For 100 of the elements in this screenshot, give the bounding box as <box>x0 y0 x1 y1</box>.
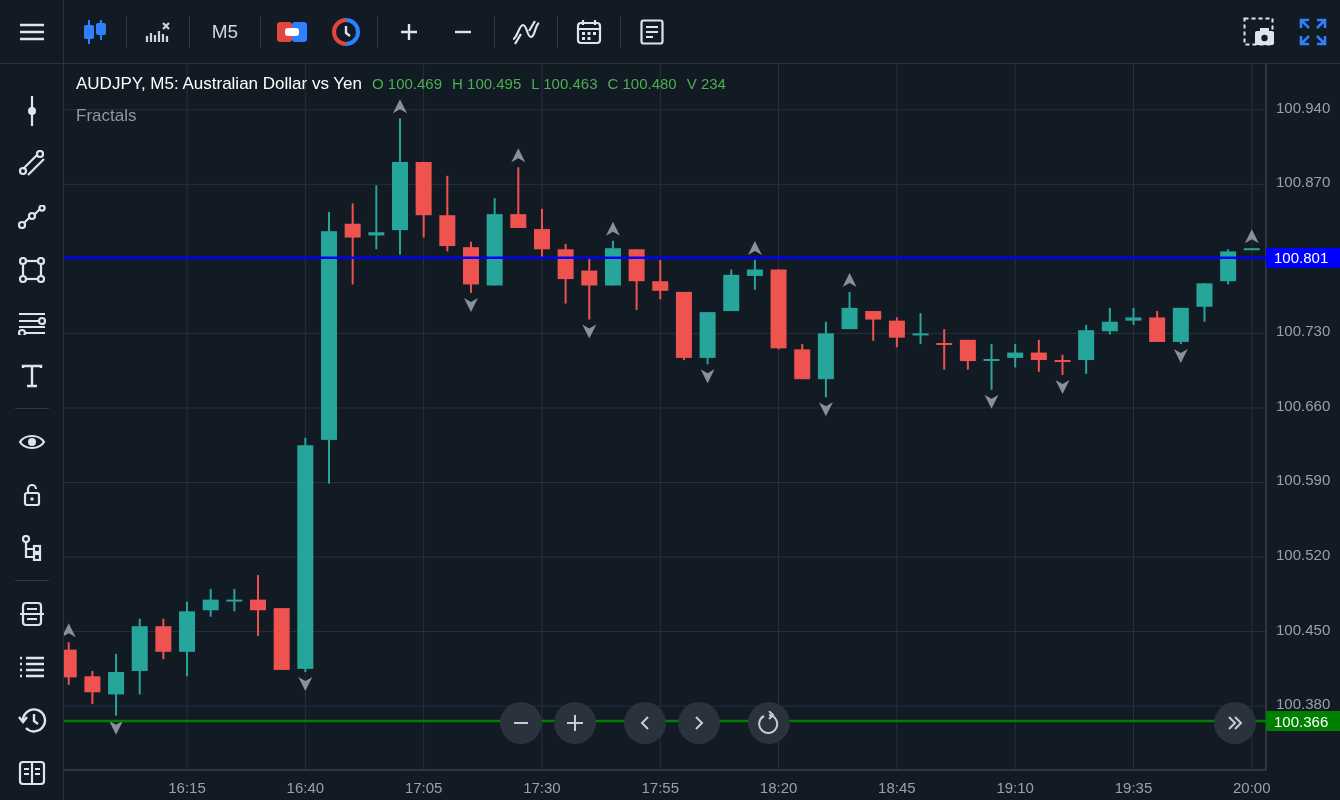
candle <box>202 588 219 617</box>
candle <box>1101 307 1118 335</box>
down-fractal-icon <box>464 297 478 312</box>
candle <box>250 575 266 636</box>
calendar-icon <box>576 18 602 45</box>
candle <box>699 312 716 365</box>
text-icon <box>20 363 43 388</box>
timeframe-button[interactable]: M5 <box>194 7 256 56</box>
reset-icon <box>757 711 781 735</box>
candle <box>959 339 976 370</box>
price-tag: 100.801 <box>1266 247 1340 268</box>
camera-icon <box>1243 16 1275 47</box>
reset-button[interactable] <box>748 702 790 744</box>
up-fractal-icon <box>1244 229 1259 244</box>
down-fractal-icon <box>1173 349 1188 364</box>
plus-icon <box>567 715 583 731</box>
list-icon <box>17 655 46 678</box>
ohlc-value: H 100.495 <box>452 75 522 92</box>
candle <box>368 185 385 250</box>
candle <box>1007 344 1024 368</box>
ohlc-value: O 100.469 <box>372 75 443 92</box>
up-fractal-icon <box>842 272 857 287</box>
stack-icon <box>17 599 46 628</box>
candle <box>463 241 479 293</box>
toggle-icon <box>277 20 307 43</box>
candle <box>628 249 645 310</box>
candle <box>865 311 882 341</box>
price-label: 100.730 <box>1276 322 1331 340</box>
expand-icon <box>1299 17 1327 46</box>
square-nodes-icon <box>18 256 45 283</box>
candle <box>746 259 763 290</box>
symbol-title: AUDJPY, M5: Australian Dollar vs Yen <box>76 74 362 94</box>
candle <box>841 291 858 330</box>
up-fractal-icon <box>747 240 762 255</box>
candle <box>652 259 669 300</box>
scroll-to-end-button[interactable] <box>1214 702 1256 744</box>
wave-icon <box>511 18 541 45</box>
candle <box>1030 339 1047 372</box>
polyline-icon <box>17 204 46 229</box>
candle <box>84 670 101 704</box>
time-label: 18:45 <box>878 779 916 796</box>
candle <box>273 608 290 670</box>
candle <box>983 344 1000 390</box>
ref-line-label: 100.366 <box>1274 712 1329 730</box>
candle <box>1172 307 1189 345</box>
candle <box>1149 311 1166 342</box>
scroll-left-button[interactable] <box>624 702 666 744</box>
bar-chart-icon <box>144 19 172 44</box>
price-tag: 100.366 <box>1266 711 1340 731</box>
time-label: 20:00 <box>1233 779 1271 796</box>
time-label: 18:20 <box>759 779 798 796</box>
open-book-icon <box>17 759 46 786</box>
time-label: 17:30 <box>523 779 561 796</box>
plus-icon <box>399 21 419 42</box>
candle <box>604 240 621 286</box>
candle <box>1078 324 1095 374</box>
candle <box>1054 354 1071 375</box>
candle <box>675 291 692 361</box>
down-fractal-icon <box>818 402 833 417</box>
down-fractal-icon <box>984 394 999 409</box>
down-fractal-icon <box>1055 379 1070 394</box>
time-label: 19:35 <box>1114 779 1153 796</box>
time-label: 16:40 <box>286 779 325 796</box>
down-fractal-icon <box>109 720 124 735</box>
history-icon <box>16 705 47 734</box>
vertical-line-icon <box>26 95 37 126</box>
double-chevron-icon <box>1227 716 1243 730</box>
price-label: 100.940 <box>1276 98 1331 116</box>
up-fractal-icon <box>511 148 526 163</box>
up-fractal-icon <box>605 221 620 236</box>
time-label: 19:10 <box>996 779 1034 796</box>
tree-icon <box>20 534 43 561</box>
candle <box>912 313 929 345</box>
ohlc-value: L 100.463 <box>531 75 598 92</box>
down-fractal-icon <box>700 369 715 384</box>
minus-icon <box>514 721 528 725</box>
candle <box>1125 307 1142 325</box>
price-label: 100.590 <box>1276 471 1331 489</box>
chevron-right-icon <box>694 715 704 731</box>
candle <box>1220 249 1237 285</box>
ref-line-label: 100.801 <box>1274 249 1329 267</box>
down-fractal-icon <box>582 324 597 339</box>
document-icon <box>640 18 664 45</box>
candle <box>581 257 598 320</box>
ohlc-value: V 234 <box>686 75 726 92</box>
scroll-right-button[interactable] <box>678 702 720 744</box>
time-label: 17:55 <box>641 779 680 796</box>
zoom-in-button[interactable] <box>554 702 596 744</box>
candle <box>155 618 172 660</box>
price-label: 100.520 <box>1276 546 1331 564</box>
price-label: 100.660 <box>1276 396 1331 414</box>
candle <box>723 269 740 312</box>
candlestick-icon <box>83 17 107 46</box>
candle <box>64 642 77 685</box>
unlocked-padlock-icon <box>22 482 41 507</box>
candle <box>533 208 550 258</box>
price-label: 100.450 <box>1276 620 1331 638</box>
up-fractal-icon <box>393 99 407 114</box>
candle <box>226 588 243 612</box>
ohlc-value: C 100.480 <box>607 75 677 92</box>
